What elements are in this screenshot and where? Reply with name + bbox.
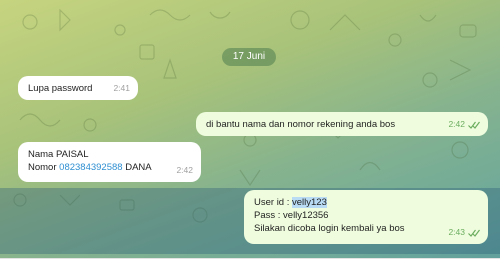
message-bubble-outgoing[interactable]: User id : velly123 Pass : velly12356 Sil… <box>244 190 488 244</box>
message-time: 2:41 <box>113 82 130 95</box>
message-bubble-incoming[interactable]: Nama PAISAL Nomor 082384392588 DANA 2:42 <box>18 142 201 182</box>
message-time: 2:43 <box>448 226 480 239</box>
double-check-icon <box>468 121 480 129</box>
message-text: di bantu nama dan nomor rekening anda bo… <box>206 119 396 130</box>
message-text: DANA <box>122 162 152 173</box>
message-text: Nomor <box>28 162 60 173</box>
message-time: 2:42 <box>448 118 480 131</box>
message-time-text: 2:42 <box>176 165 193 175</box>
message-line: Pass : velly12356 <box>254 210 329 221</box>
message-time-text: 2:42 <box>448 119 465 129</box>
message-input-bar[interactable] <box>0 258 500 267</box>
message-line: Silakan dicoba login kembali ya bos <box>254 223 405 234</box>
message-time-text: 2:41 <box>113 83 130 93</box>
message-bubble-incoming[interactable]: Lupa password 2:41 <box>18 76 138 100</box>
date-separator: 17 Juni <box>222 48 276 66</box>
message-line: Nama PAISAL <box>28 149 89 160</box>
message-line: Nomor 082384392588 DANA <box>28 161 191 174</box>
message-text: Lupa password <box>28 83 93 94</box>
message-time: 2:42 <box>176 164 193 177</box>
selected-text: velly123 <box>292 197 327 208</box>
phone-number-link[interactable]: 082384392588 <box>59 162 122 173</box>
message-line: User id : velly123 <box>254 196 478 209</box>
message-text: User id : <box>254 197 293 208</box>
double-check-icon <box>468 229 480 237</box>
message-time-text: 2:43 <box>448 227 465 237</box>
chat-background: 17 Juni Lupa password 2:41 di bantu nama… <box>0 0 500 267</box>
message-bubble-outgoing[interactable]: di bantu nama dan nomor rekening anda bo… <box>196 112 488 136</box>
